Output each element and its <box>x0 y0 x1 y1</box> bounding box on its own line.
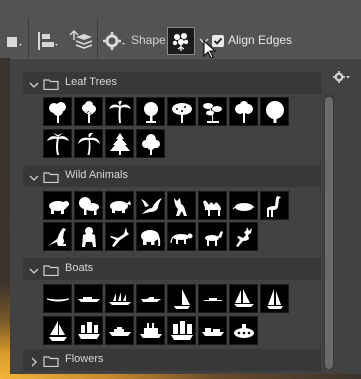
tree-shape-icon[interactable] <box>229 97 258 126</box>
scrollbar-thumb[interactable] <box>325 97 333 369</box>
panther-shape-icon[interactable] <box>167 222 196 251</box>
bear-shape-icon[interactable] <box>43 191 72 220</box>
kangaroo-shape-icon[interactable] <box>43 222 72 251</box>
folder-icon <box>43 263 59 281</box>
canvas-image <box>0 58 10 379</box>
chevron-down-icon[interactable] <box>29 263 39 281</box>
path-operations-icon[interactable] <box>4 34 24 50</box>
gorilla-shape-icon[interactable] <box>74 222 103 251</box>
align-edges-checkbox[interactable] <box>212 35 224 47</box>
tree-shape-icon[interactable] <box>74 97 103 126</box>
wolf-shape-icon[interactable] <box>167 191 196 220</box>
reindeer-shape-icon[interactable] <box>229 222 258 251</box>
options-bar: Shape: Align Edges <box>0 0 361 60</box>
canvas-image-bottom <box>0 374 361 379</box>
group-header-leaf-trees[interactable]: Leaf Trees <box>23 72 321 94</box>
giraffe-shape-icon[interactable] <box>260 191 289 220</box>
toolbar-divider <box>97 18 98 60</box>
mole-shape-icon[interactable] <box>229 191 258 220</box>
bird-shape-icon[interactable] <box>136 191 165 220</box>
motorboat-shape-icon[interactable] <box>74 284 103 313</box>
group-title: Wild Animals <box>65 169 128 181</box>
flower-shape-icon <box>172 33 189 51</box>
galleon-shape-icon[interactable] <box>74 316 103 345</box>
tree-shape-icon[interactable] <box>136 97 165 126</box>
palm-tree-shape-icon[interactable] <box>74 129 103 158</box>
shape-label: Shape: <box>131 33 170 47</box>
submarine-shape-icon[interactable] <box>229 316 258 345</box>
antelope-shape-icon[interactable] <box>105 222 134 251</box>
chevron-down-icon[interactable] <box>29 77 39 95</box>
toolbar-divider <box>28 18 29 60</box>
path-arrangement-icon[interactable] <box>66 29 92 53</box>
gear-icon[interactable] <box>333 70 351 89</box>
sailboat-shape-icon[interactable] <box>43 316 72 345</box>
camel-shape-icon[interactable] <box>198 191 227 220</box>
canoe-shape-icon[interactable] <box>43 284 72 313</box>
bonsai-tree-shape-icon[interactable] <box>198 97 227 126</box>
yacht-shape-icon[interactable] <box>105 316 134 345</box>
geometry-gear-icon[interactable] <box>103 31 127 51</box>
group-header-boats[interactable]: Boats <box>23 258 321 280</box>
schooner-shape-icon[interactable] <box>229 284 258 313</box>
group-title: Leaf Trees <box>65 76 117 88</box>
steamboat-shape-icon[interactable] <box>136 316 165 345</box>
folder-icon <box>43 170 59 188</box>
rowboat-shape-icon[interactable] <box>198 284 227 313</box>
sailboat-shape-icon[interactable] <box>260 284 289 313</box>
shape-picker-button[interactable] <box>167 27 195 55</box>
palm-tree-shape-icon[interactable] <box>43 129 72 158</box>
speedboat-shape-icon[interactable] <box>136 284 165 313</box>
tree-shape-icon[interactable] <box>43 97 72 126</box>
lion-shape-icon[interactable] <box>74 191 103 220</box>
group-header-wild-animals[interactable]: Wild Animals <box>23 165 321 187</box>
chevron-down-icon[interactable] <box>29 170 39 188</box>
group-title: Boats <box>65 262 94 274</box>
align-edges-label: Align Edges <box>228 33 293 47</box>
sailboat-shape-icon[interactable] <box>167 284 196 313</box>
checkmark-icon <box>213 37 223 45</box>
deer-shape-icon[interactable] <box>198 222 227 251</box>
tree-shape-icon[interactable] <box>260 97 289 126</box>
rhino-shape-icon[interactable] <box>105 191 134 220</box>
group-title: Flowers <box>65 353 104 365</box>
group-header-flowers[interactable]: Flowers <box>23 349 321 371</box>
palm-tree-shape-icon[interactable] <box>105 97 134 126</box>
ship-shape-icon[interactable] <box>105 284 134 313</box>
tree-shape-icon[interactable] <box>136 129 165 158</box>
elephant-shape-icon[interactable] <box>136 222 165 251</box>
cargo-boat-shape-icon[interactable] <box>198 316 227 345</box>
tree-shape-icon[interactable] <box>167 97 196 126</box>
tall-ship-shape-icon[interactable] <box>167 316 196 345</box>
chevron-right-icon[interactable] <box>29 354 39 372</box>
folder-icon <box>43 354 59 372</box>
path-alignment-icon[interactable] <box>36 30 60 52</box>
folder-icon <box>43 77 59 95</box>
pine-tree-shape-icon[interactable] <box>105 129 134 158</box>
